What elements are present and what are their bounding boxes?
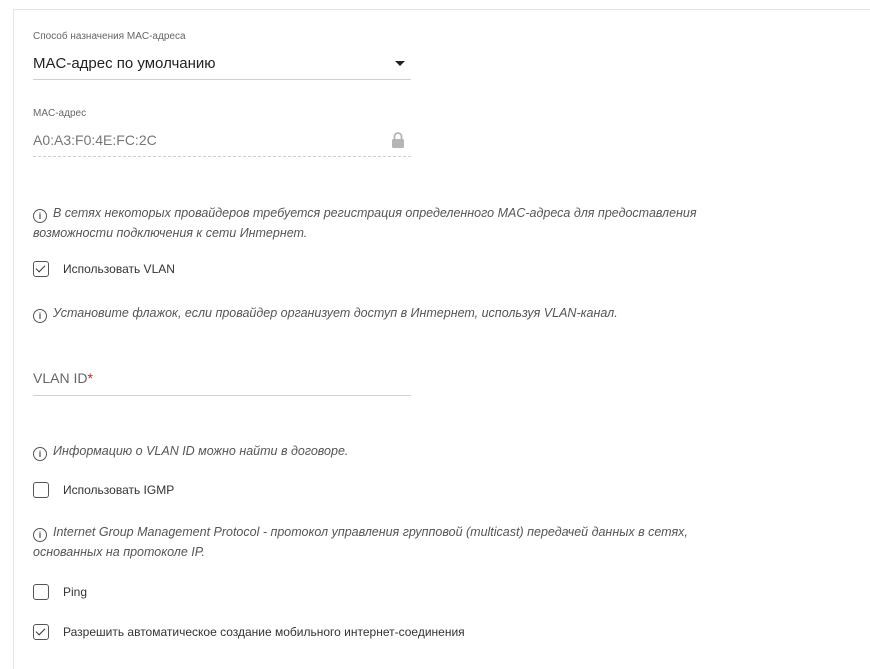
mac-method-label: Способ назначения MAC-адреса	[33, 31, 186, 42]
mac-address-label: MAC-адрес	[33, 108, 87, 119]
ping-label: Ping	[63, 585, 88, 599]
use-vlan-checkbox[interactable]: Использовать VLAN	[33, 259, 175, 279]
checkbox-unchecked-icon[interactable]	[33, 584, 49, 600]
mac-address-field: A0:A3:F0:4E:FC:2C	[33, 124, 411, 157]
lock-icon	[392, 132, 404, 148]
use-igmp-label: Использовать IGMP	[63, 483, 175, 497]
use-vlan-label: Использовать VLAN	[63, 262, 175, 276]
vlan-id-hint: i Информацию о VLAN ID можно найти в дого…	[33, 441, 833, 461]
info-icon: i	[33, 447, 47, 461]
checkbox-checked-icon[interactable]	[33, 261, 49, 277]
settings-panel	[13, 9, 870, 669]
checkbox-unchecked-icon[interactable]	[33, 482, 49, 498]
caret-down-icon	[395, 61, 405, 66]
auto-mobile-checkbox[interactable]: Разрешить автоматическое создание мобиль…	[33, 622, 465, 642]
checkbox-checked-icon[interactable]	[33, 624, 49, 640]
mac-method-select[interactable]: MAC-адрес по умолчанию	[33, 48, 411, 80]
vlan-id-input[interactable]: VLAN ID*	[33, 360, 411, 396]
igmp-hint: i Internet Group Management Protocol - пр…	[33, 525, 688, 559]
vlan-id-label: VLAN ID*	[33, 370, 93, 386]
mac-address-value: A0:A3:F0:4E:FC:2C	[33, 132, 157, 148]
vlan-hint: i Установите флажок, если провайдер орган…	[33, 303, 833, 323]
auto-mobile-label: Разрешить автоматическое создание мобиль…	[63, 625, 465, 639]
info-icon: i	[33, 309, 47, 323]
info-icon: i	[33, 209, 47, 223]
info-icon: i	[33, 528, 47, 542]
ping-checkbox[interactable]: Ping	[33, 582, 87, 602]
mac-method-value: MAC-адрес по умолчанию	[33, 55, 216, 72]
required-mark: *	[87, 370, 93, 386]
use-igmp-checkbox[interactable]: Использовать IGMP	[33, 480, 174, 500]
mac-hint: iВ сетях некоторых провайдеров требуется…	[33, 206, 697, 240]
